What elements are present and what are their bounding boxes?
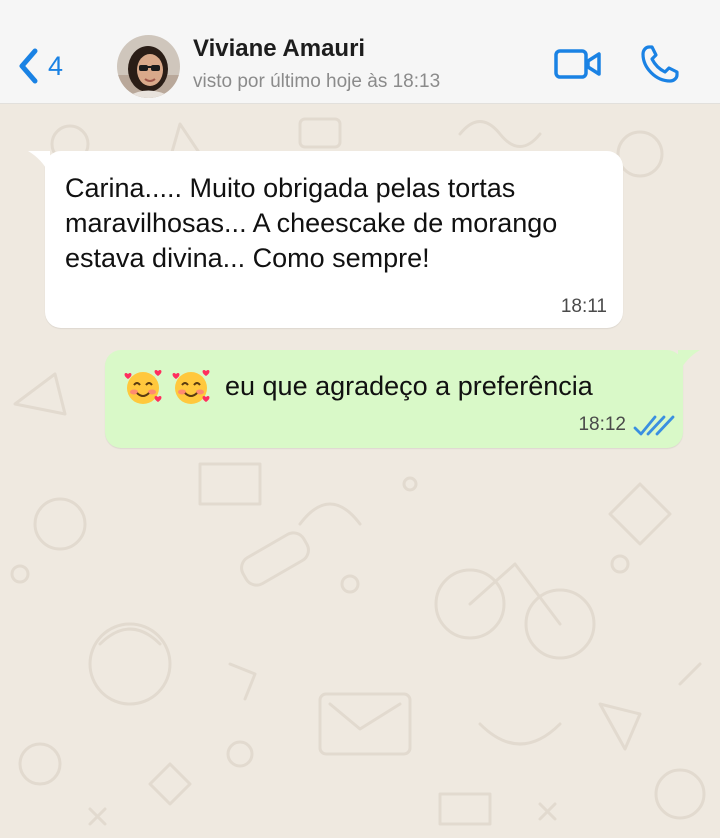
smiling-face-with-hearts-icon xyxy=(124,369,162,404)
contact-name[interactable]: Viviane Amauri xyxy=(193,35,365,63)
bubble-tail xyxy=(28,151,50,175)
message-line: eu que agradeço a preferência xyxy=(123,366,593,406)
message-text: eu que agradeço a preferência xyxy=(225,370,593,401)
message-text: Carina..... Muito obrigada pelas tortas … xyxy=(65,173,558,273)
message-timestamp: 18:12 xyxy=(578,414,626,435)
avatar[interactable] xyxy=(117,35,180,98)
outgoing-message-bubble[interactable]: eu que agradeço a preferência 18:12 xyxy=(105,350,700,448)
phone-icon xyxy=(641,45,679,83)
chat-area[interactable]: Carina..... Muito obrigada pelas tortas … xyxy=(0,104,720,838)
double-check-icon xyxy=(633,415,675,436)
incoming-message-bubble[interactable]: Carina..... Muito obrigada pelas tortas … xyxy=(28,151,623,328)
back-button[interactable]: 4 xyxy=(18,46,63,86)
chat-header: 4 Viviane Amauri visto por último hoje à… xyxy=(0,0,720,104)
message-timestamp: 18:11 xyxy=(560,296,607,317)
video-camera-icon xyxy=(554,49,601,79)
unread-count: 4 xyxy=(48,50,64,81)
bubble-tail xyxy=(678,350,700,374)
chevron-left-icon xyxy=(19,48,38,84)
avatar-image xyxy=(117,35,180,98)
voice-call-button[interactable] xyxy=(640,44,680,89)
last-seen-status: visto por último hoje às 18:13 xyxy=(193,71,441,92)
smiling-face-with-hearts-icon xyxy=(172,369,210,404)
video-call-button[interactable] xyxy=(554,48,602,85)
